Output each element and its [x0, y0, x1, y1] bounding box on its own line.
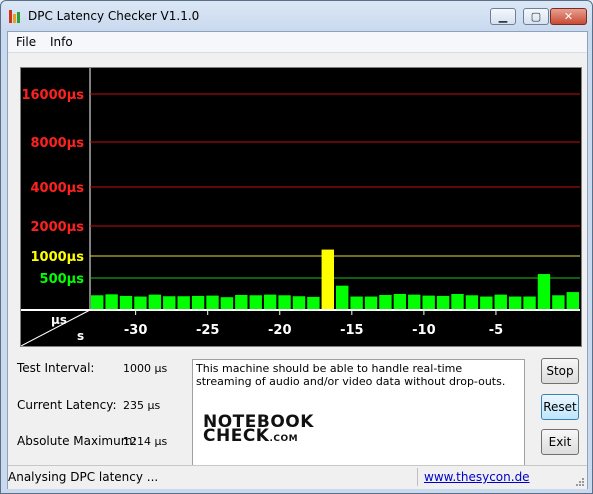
x-tick-label: -5: [489, 323, 503, 338]
logo-suffix: .COM: [269, 434, 299, 444]
stop-button[interactable]: Stop: [541, 358, 579, 384]
latency-bar: [91, 295, 104, 310]
latency-bar: [321, 249, 334, 310]
status-message: This machine should be able to handle re…: [196, 362, 506, 388]
menu-file[interactable]: File: [16, 35, 36, 49]
y-unit-label: µs: [51, 313, 67, 327]
minimize-icon: ▁: [498, 10, 508, 23]
app-icon: [9, 10, 23, 23]
latency-bar: [148, 294, 162, 310]
x-tick-label: -20: [268, 323, 292, 338]
test-interval-value: 1000 µs: [123, 362, 168, 375]
reset-button[interactable]: Reset: [541, 394, 579, 420]
latency-bar: [119, 295, 133, 310]
resize-grip-icon[interactable]: [575, 477, 585, 487]
latency-bar: [552, 295, 565, 310]
latency-bar: [508, 296, 522, 310]
exit-button[interactable]: Exit: [541, 429, 579, 455]
y-tick-label: 500µs: [40, 272, 85, 287]
latency-bar: [451, 294, 464, 310]
title-bar[interactable]: DPC Latency Checker V1.1.0 ▁ ▢ ✕: [1, 1, 592, 31]
latency-bar: [292, 296, 306, 310]
latency-bar: [408, 294, 421, 310]
menu-bar: File Info: [8, 32, 587, 53]
latency-bar: [523, 296, 536, 310]
latency-bar: [263, 294, 277, 310]
app-window: DPC Latency Checker V1.1.0 ▁ ▢ ✕ File In…: [0, 0, 593, 494]
minimize-button[interactable]: ▁: [490, 8, 516, 25]
latency-bar: [537, 274, 551, 310]
latency-bar: [206, 295, 219, 310]
absolute-maximum-value: 1214 µs: [123, 435, 168, 448]
thesycon-link[interactable]: www.thesycon.de: [424, 470, 530, 484]
latency-graph: 16000µs 8000µs 4000µs 2000µs 1000µs 500µs µs s -…: [20, 67, 582, 347]
test-interval-label: Test Interval:: [17, 361, 95, 375]
latency-bar: [350, 296, 363, 310]
logo-line2: CHECK: [203, 426, 270, 446]
latency-bar: [307, 296, 320, 310]
status-message-box: This machine should be able to handle re…: [192, 359, 525, 469]
latency-bar: [480, 296, 493, 310]
y-tick-label: 1000µs: [31, 250, 85, 265]
latency-bar: [465, 295, 479, 310]
x-tick-label: -25: [196, 323, 220, 338]
latency-chart-svg: 16000µs 8000µs 4000µs 2000µs 1000µs 500µs µss -…: [21, 68, 580, 346]
x-tick-label: -10: [412, 323, 436, 338]
window-title: DPC Latency Checker V1.1.0: [28, 9, 200, 23]
latency-bar: [436, 295, 450, 310]
latency-bar: [566, 292, 579, 310]
maximize-icon: ▢: [530, 10, 542, 23]
absolute-maximum-label: Absolute Maximum:: [17, 434, 137, 448]
latency-bar: [379, 294, 392, 310]
close-button[interactable]: ✕: [550, 8, 587, 25]
x-tick-label: -15: [340, 323, 364, 338]
latency-bar: [163, 296, 176, 310]
y-tick-label: 16000µs: [21, 88, 84, 103]
latency-bar: [393, 294, 407, 310]
current-latency-label: Current Latency:: [17, 398, 117, 412]
maximize-button[interactable]: ▢: [523, 8, 549, 25]
client-area: File Info 16000µs 8000µs 4000µs 2000µs 1000µ…: [7, 31, 588, 489]
status-text: Analysing DPC latency ...: [8, 468, 418, 486]
status-bar: Analysing DPC latency ... www.thesycon.d…: [8, 465, 587, 489]
latency-bar: [494, 294, 507, 310]
menu-info[interactable]: Info: [50, 35, 73, 49]
latency-bar: [249, 295, 262, 310]
close-icon: ✕: [563, 10, 574, 23]
latency-bar: [278, 295, 291, 310]
latency-bar: [177, 296, 190, 310]
latency-bar: [105, 294, 118, 310]
latency-bar: [134, 296, 147, 310]
latency-bar: [191, 295, 205, 310]
notebookcheck-logo: NOTEBOOK CHECK.COM: [203, 414, 314, 446]
latency-bar: [364, 296, 378, 310]
current-latency-value: 235 µs: [123, 399, 161, 412]
y-tick-label: 4000µs: [31, 181, 85, 196]
x-unit-label: s: [77, 329, 84, 343]
x-tick-label: -30: [124, 323, 148, 338]
latency-bar: [336, 285, 349, 310]
latency-bar: [235, 294, 248, 310]
latency-bar: [422, 295, 435, 310]
latency-bar: [220, 297, 234, 310]
y-tick-label: 8000µs: [31, 136, 85, 151]
y-tick-label: 2000µs: [31, 220, 85, 235]
